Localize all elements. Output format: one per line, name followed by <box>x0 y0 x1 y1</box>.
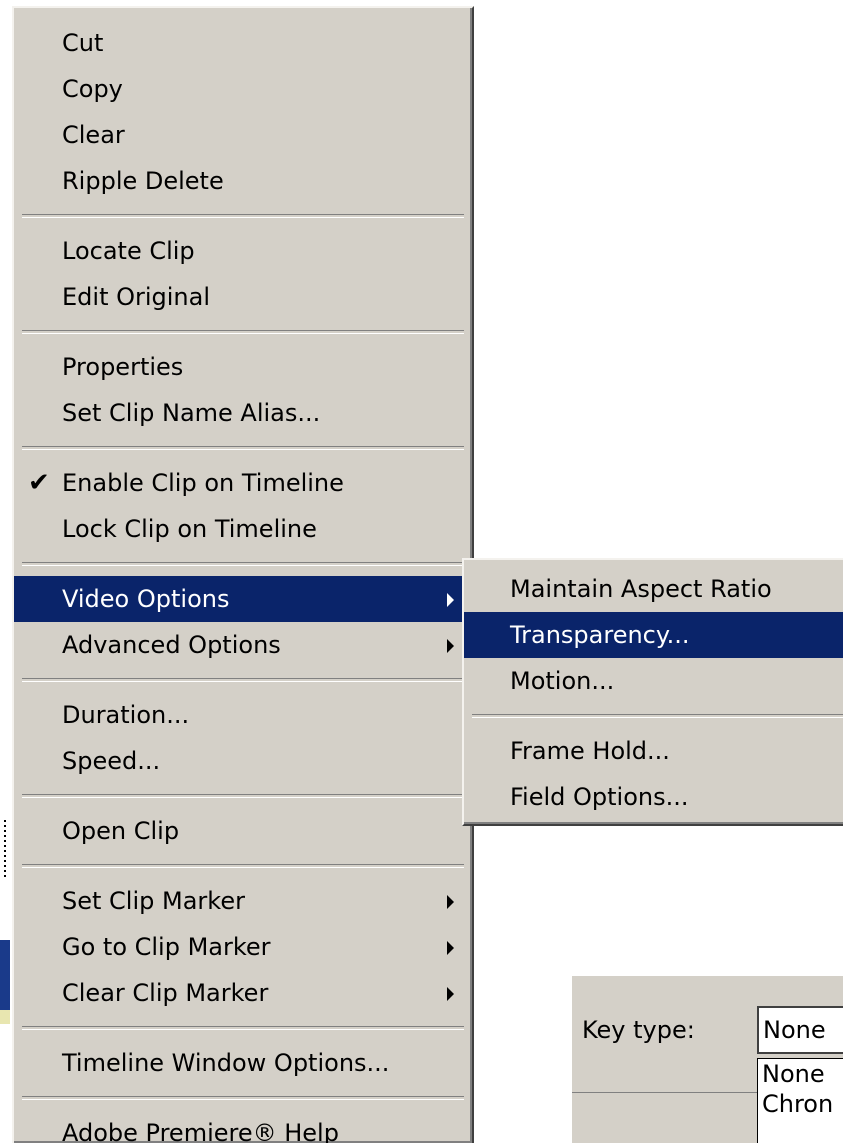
menu-item-label: Duration... <box>62 701 190 729</box>
submenu-arrow-icon <box>447 593 454 607</box>
menu-item-enable-clip-on-timeline[interactable]: ✔ Enable Clip on Timeline <box>14 460 472 506</box>
menu-item-transparency[interactable]: Transparency... <box>464 612 843 658</box>
menu-item-ripple-delete[interactable]: Ripple Delete <box>14 158 472 204</box>
menu-item-field-options[interactable]: Field Options... <box>464 774 843 820</box>
menu-item-label: Advanced Options <box>62 631 281 659</box>
menu-item-speed[interactable]: Speed... <box>14 738 472 784</box>
menu-item-label: Open Clip <box>62 817 180 845</box>
menu-item-label: Edit Original <box>62 283 211 311</box>
menu-item-label: Motion... <box>510 667 615 695</box>
submenu-arrow-icon <box>447 639 454 653</box>
menu-item-advanced-options[interactable]: Advanced Options <box>14 622 472 668</box>
menu-separator <box>22 794 464 798</box>
menu-item-video-options[interactable]: Video Options <box>14 576 472 622</box>
menu-separator <box>22 330 464 334</box>
menu-item-set-clip-marker[interactable]: Set Clip Marker <box>14 878 472 924</box>
menu-item-label: Clear Clip Marker <box>62 979 269 1007</box>
background-window-edge <box>0 820 12 1143</box>
menu-item-label: Lock Clip on Timeline <box>62 515 317 543</box>
menu-item-label: Locate Clip <box>62 237 195 265</box>
menu-item-go-to-clip-marker[interactable]: Go to Clip Marker <box>14 924 472 970</box>
menu-separator <box>22 562 464 566</box>
menu-item-label: Maintain Aspect Ratio <box>510 575 772 603</box>
menu-item-clear[interactable]: Clear <box>14 112 472 158</box>
menu-separator <box>22 678 464 682</box>
menu-item-label: Go to Clip Marker <box>62 933 271 961</box>
menu-item-label: Video Options <box>62 585 230 613</box>
menu-item-adobe-premiere-help[interactable]: Adobe Premiere® Help <box>14 1110 472 1143</box>
menu-item-duration[interactable]: Duration... <box>14 692 472 738</box>
key-type-label: Key type: <box>582 1016 695 1044</box>
menu-item-edit-original[interactable]: Edit Original <box>14 274 472 320</box>
menu-item-maintain-aspect-ratio[interactable]: Maintain Aspect Ratio <box>464 566 843 612</box>
menu-item-cut[interactable]: Cut <box>14 20 472 66</box>
key-type-dropdown[interactable]: None <box>757 1006 843 1054</box>
menu-item-frame-hold[interactable]: Frame Hold... <box>464 728 843 774</box>
menu-separator <box>22 864 464 868</box>
menu-item-label: Copy <box>62 75 123 103</box>
submenu-arrow-icon <box>447 987 454 1001</box>
key-type-option[interactable]: Chron <box>762 1089 843 1119</box>
menu-item-set-clip-name-alias[interactable]: Set Clip Name Alias... <box>14 390 472 436</box>
menu-separator <box>22 1096 464 1100</box>
menu-item-copy[interactable]: Copy <box>14 66 472 112</box>
menu-item-label: Clear <box>62 121 125 149</box>
menu-item-clear-clip-marker[interactable]: Clear Clip Marker <box>14 970 472 1016</box>
menu-item-label: Set Clip Marker <box>62 887 245 915</box>
submenu-arrow-icon <box>447 941 454 955</box>
menu-item-label: Timeline Window Options... <box>62 1049 390 1077</box>
dotted-line <box>4 820 6 880</box>
menu-item-label: Properties <box>62 353 184 381</box>
menu-item-label: Frame Hold... <box>510 737 670 765</box>
track-strip <box>0 1010 10 1024</box>
menu-item-locate-clip[interactable]: Locate Clip <box>14 228 472 274</box>
selected-track-strip <box>0 940 10 1010</box>
menu-separator <box>22 1026 464 1030</box>
menu-item-label: Set Clip Name Alias... <box>62 399 321 427</box>
submenu-arrow-icon <box>447 895 454 909</box>
dialog-divider <box>572 1092 757 1093</box>
menu-separator <box>22 446 464 450</box>
menu-item-label: Adobe Premiere® Help <box>62 1119 339 1143</box>
menu-item-label: Enable Clip on Timeline <box>62 469 344 497</box>
menu-item-motion[interactable]: Motion... <box>464 658 843 704</box>
key-type-options-list[interactable]: None Chron <box>757 1058 843 1143</box>
menu-separator <box>472 714 843 718</box>
menu-item-timeline-window-options[interactable]: Timeline Window Options... <box>14 1040 472 1086</box>
menu-separator <box>22 214 464 218</box>
menu-item-open-clip[interactable]: Open Clip <box>14 808 472 854</box>
menu-item-label: Cut <box>62 29 104 57</box>
video-options-submenu: Maintain Aspect Ratio Transparency... Moti… <box>462 558 843 826</box>
menu-item-label: Field Options... <box>510 783 689 811</box>
transparency-settings-dialog: Key type: None None Chron <box>572 976 843 1143</box>
screen: Key type: None None Chron Cut Copy Clear Ri… <box>0 0 843 1143</box>
menu-item-properties[interactable]: Properties <box>14 344 472 390</box>
menu-item-lock-clip-on-timeline[interactable]: Lock Clip on Timeline <box>14 506 472 552</box>
menu-item-label: Transparency... <box>510 621 690 649</box>
menu-item-label: Speed... <box>62 747 161 775</box>
checkmark-icon: ✔ <box>28 468 50 498</box>
menu-item-label: Ripple Delete <box>62 167 224 195</box>
clip-context-menu: Cut Copy Clear Ripple Delete Locate Clip Edit… <box>12 6 474 1143</box>
key-type-option[interactable]: None <box>762 1059 843 1089</box>
